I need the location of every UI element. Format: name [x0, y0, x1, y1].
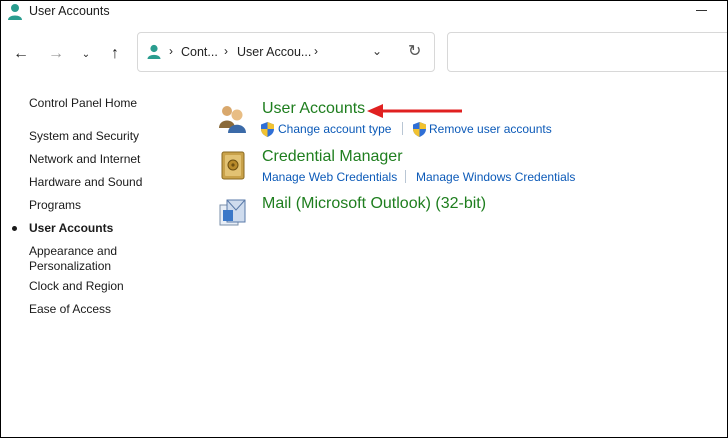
navigation-bar: ← → ⌄ ↑ › Cont... › User Accou... › ⌄ ↻: [1, 23, 727, 83]
address-bar[interactable]: › Cont... › User Accou... › ⌄ ↻: [137, 32, 435, 72]
credential-manager-vault-icon: [221, 151, 245, 180]
sidebar-item-programs[interactable]: Programs: [29, 198, 81, 213]
remove-user-accounts-link[interactable]: Remove user accounts: [429, 122, 552, 136]
breadcrumb-control-panel[interactable]: Cont...: [181, 45, 218, 59]
sidebar-item-network-and-internet[interactable]: Network and Internet: [29, 152, 140, 167]
address-dropdown-chevron-icon[interactable]: ⌄: [372, 44, 382, 58]
control-panel-window: User Accounts ← → ⌄ ↑ › Cont... › User A…: [0, 0, 728, 438]
sidebar-item-user-accounts: User Accounts: [29, 221, 114, 235]
user-accounts-icon: [8, 4, 22, 20]
breadcrumb-chevron-icon: ›: [224, 44, 228, 58]
sidebar-item-ease-of-access[interactable]: Ease of Access: [29, 302, 111, 317]
mail-icon: [219, 199, 246, 226]
minimize-button[interactable]: [687, 1, 717, 21]
annotation-arrow-icon: [367, 104, 462, 118]
link-separator: [405, 170, 406, 183]
back-arrow-icon[interactable]: ←: [10, 43, 32, 65]
refresh-icon[interactable]: ↻: [408, 41, 421, 61]
breadcrumb-chevron-icon: ›: [314, 44, 318, 58]
forward-arrow-icon[interactable]: →: [45, 43, 67, 65]
user-accounts-category-icon: [219, 106, 246, 133]
link-separator: [402, 122, 403, 135]
sidebar-item-clock-and-region[interactable]: Clock and Region: [29, 279, 124, 294]
up-arrow-icon[interactable]: ↑: [104, 43, 126, 65]
breadcrumb-chevron-icon: ›: [169, 44, 173, 58]
manage-web-credentials-link[interactable]: Manage Web Credentials: [262, 170, 397, 184]
breadcrumb-user-accounts[interactable]: User Accou...: [237, 45, 311, 59]
current-item-bullet: [12, 226, 17, 231]
sidebar-item-control-panel-home[interactable]: Control Panel Home: [29, 96, 137, 111]
sidebar-item-appearance-and-personalization[interactable]: Appearance and Personalization: [29, 244, 117, 274]
search-input[interactable]: [447, 32, 727, 72]
uac-shield-icon: [413, 122, 426, 137]
uac-shield-icon: [261, 122, 274, 137]
sidebar-item-hardware-and-sound[interactable]: Hardware and Sound: [29, 175, 142, 190]
window-title: User Accounts: [29, 4, 110, 18]
credential-manager-title-link[interactable]: Credential Manager: [262, 148, 403, 166]
mail-title-link[interactable]: Mail (Microsoft Outlook) (32-bit): [262, 195, 486, 213]
user-accounts-title-link[interactable]: User Accounts: [262, 100, 365, 118]
recent-locations-chevron-icon[interactable]: ⌄: [75, 43, 97, 65]
title-bar: User Accounts: [1, 1, 727, 23]
control-panel-user-icon: [147, 44, 161, 59]
manage-windows-credentials-link[interactable]: Manage Windows Credentials: [416, 170, 575, 184]
change-account-type-link[interactable]: Change account type: [278, 122, 391, 136]
sidebar-item-system-and-security[interactable]: System and Security: [29, 129, 139, 144]
